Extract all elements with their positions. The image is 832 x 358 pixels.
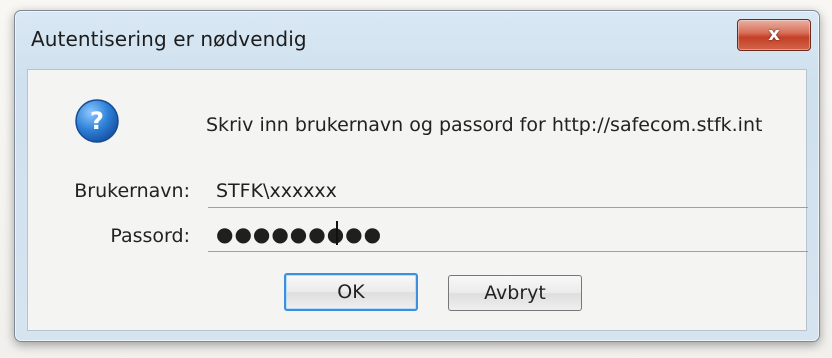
ok-button[interactable]: OK <box>284 273 418 311</box>
close-icon: x <box>768 24 780 45</box>
password-value: ●●●●●●●●● <box>216 222 383 246</box>
username-label: Brukernavn: <box>74 180 190 202</box>
username-value: STFK\xxxxxx <box>216 180 337 202</box>
close-button[interactable]: x <box>737 19 811 51</box>
auth-dialog: Autentisering er nødvendig x ? Skriv inn… <box>14 10 820 342</box>
text-caret <box>336 221 338 245</box>
question-icon: ? <box>75 99 119 143</box>
cancel-button[interactable]: Avbryt <box>448 275 582 311</box>
screenshot: Autentisering er nødvendig x ? Skriv inn… <box>0 0 832 358</box>
password-field[interactable]: ●●●●●●●●● <box>208 217 808 252</box>
titlebar[interactable]: Autentisering er nødvendig x <box>15 11 819 67</box>
svg-text:?: ? <box>90 107 104 135</box>
password-label: Passord: <box>110 225 190 247</box>
window-title: Autentisering er nødvendig <box>31 27 307 51</box>
username-field[interactable]: STFK\xxxxxx <box>208 173 808 208</box>
dialog-body: ? Skriv inn brukernavn og passord for ht… <box>27 69 808 331</box>
auth-message: Skriv inn brukernavn og passord for http… <box>206 114 763 136</box>
